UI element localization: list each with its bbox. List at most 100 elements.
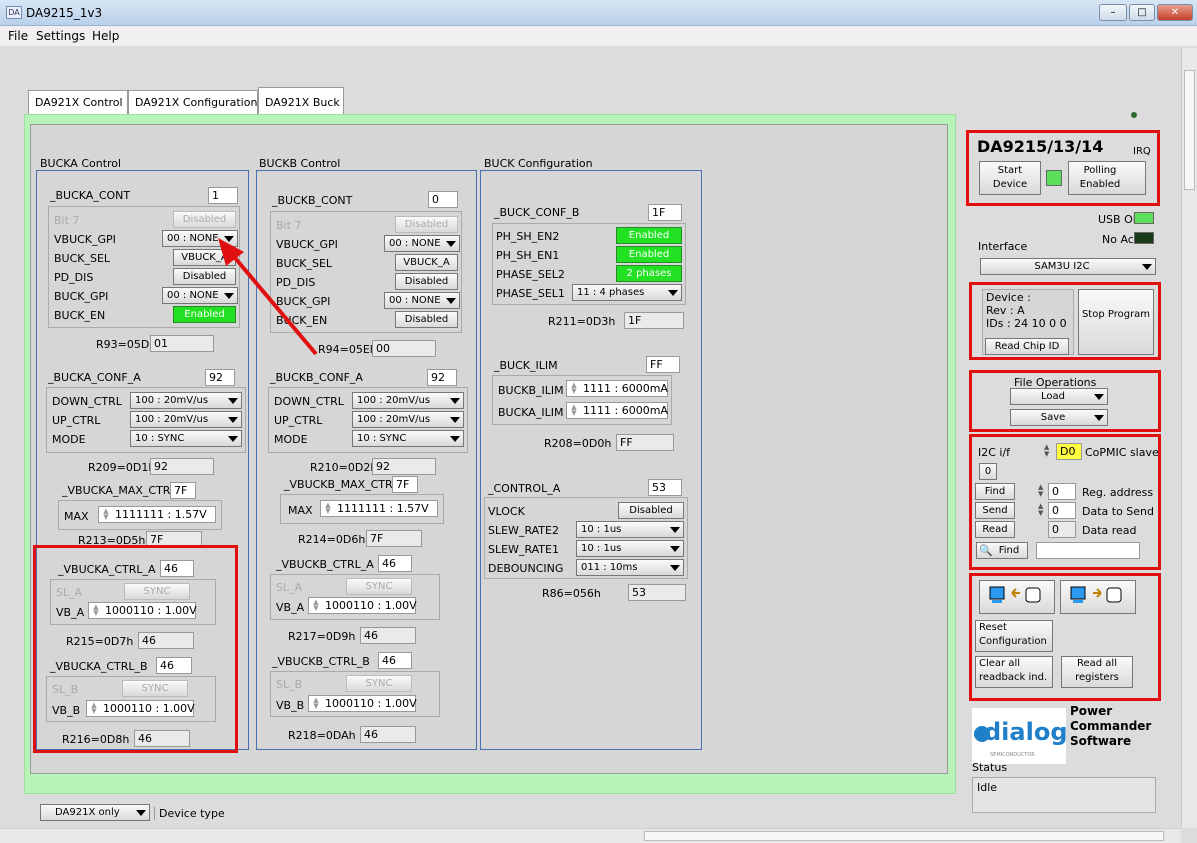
slave-spinner-icon[interactable]: ▲ ▼ [1044,444,1054,459]
save-select[interactable]: Save [1010,409,1108,426]
vertical-scrollbar[interactable] [1181,48,1197,828]
tab-control[interactable]: DA921X Control [28,90,128,114]
slew-rate1-select[interactable]: 10 : 1us [576,540,684,557]
read-chip-id-button[interactable]: Read Chip ID [985,338,1069,355]
maximize-button[interactable]: □ [1129,4,1155,21]
buckb-up-ctrl-select[interactable]: 100 : 20mV/us [352,411,464,428]
bucka-ilim-spinner[interactable]: ▲ ▼ 1111 : 6000mA [566,402,668,419]
vlock-button[interactable]: Disabled [618,502,684,519]
buckb-ilim-label: BUCKB_ILIM [498,384,564,397]
tab-buck[interactable]: DA921X Buck [258,87,344,115]
phase-sel2-button[interactable]: 2 phases [616,265,682,282]
buckb-max-value[interactable]: 7F [392,476,418,493]
find-search-button[interactable]: 🔍 Find [976,542,1028,559]
load-select[interactable]: Load [1010,388,1108,405]
menu-help[interactable]: Help [92,29,119,43]
debouncing-select[interactable]: 011 : 10ms [576,559,684,576]
buckb-ctrla-value[interactable]: 46 [378,555,412,572]
buckb-cont-value[interactable]: 0 [428,191,458,208]
reg-spinner-icon[interactable]: ▲ ▼ [1038,484,1046,499]
spinner-arrows-icon[interactable]: ▲ ▼ [322,502,334,515]
read-all-registers-button[interactable]: Read all registers [1061,656,1133,688]
buckb-pd-dis-button[interactable]: Disabled [395,273,458,290]
horizontal-scrollbar[interactable] [0,828,1181,843]
read-config-button[interactable] [1060,580,1136,614]
buck-conf-b-value[interactable]: 1F [648,204,682,221]
find-search-input[interactable] [1036,542,1140,559]
bucka-mode-select[interactable]: 10 : SYNC [130,430,242,447]
buckb-buck-sel-button[interactable]: VBUCK_A [395,254,458,271]
spinner-arrows-icon[interactable]: ▲ ▼ [568,404,580,417]
menu-settings[interactable]: Settings [36,29,85,43]
data-spinner-icon[interactable]: ▲ ▼ [1038,503,1046,518]
device-to-pc-icon [1070,586,1122,603]
buckb-slb-sync-button[interactable]: SYNC [346,675,412,692]
buckb-mode-label: MODE [274,433,308,446]
buck-ilim-name: _BUCK_ILIM [494,359,558,372]
spinner-arrows-icon[interactable]: ▲ ▼ [568,382,580,395]
data-read-label: Data read [1082,524,1137,537]
buckb-ctrlb-value[interactable]: 46 [378,652,412,669]
spinner-arrows-icon[interactable]: ▲ ▼ [310,599,322,612]
bucka-down-ctrl-select[interactable]: 100 : 20mV/us [130,392,242,409]
control-a-value[interactable]: 53 [648,479,682,496]
stop-program-button[interactable]: Stop Program [1078,289,1154,355]
bucka-conf-value[interactable]: 92 [205,369,235,386]
buck-ilim-reg: R208=0D0h [544,437,612,450]
i2c-zero-button[interactable]: 0 [979,463,997,480]
write-config-button[interactable] [979,580,1055,614]
buckb-ilim-spinner[interactable]: ▲ ▼ 1111 : 6000mA [566,380,668,397]
interface-select[interactable]: SAM3U I2C [980,258,1156,275]
bucka-cont-reg: R93=05Dh [96,338,157,351]
buckb-mode-select[interactable]: 10 : SYNC [352,430,464,447]
i2c-if-label: I2C i/f [978,446,1011,459]
reg-address-input[interactable]: 0 [1048,483,1076,500]
buckb-buck-en-button[interactable]: Disabled [395,311,458,328]
buckb-conf-value[interactable]: 92 [427,369,457,386]
slew-rate2-label: SLEW_RATE2 [488,524,559,537]
data-send-input[interactable]: 0 [1048,502,1076,519]
pc-to-device-icon [989,586,1041,603]
hscroll-thumb[interactable] [644,831,1164,841]
spinner-arrows-icon[interactable]: ▲ ▼ [100,508,112,521]
reset-configuration-button[interactable]: Reset Configuration [975,620,1053,652]
read-button[interactable]: Read [975,521,1015,538]
buckb-vba-spinner[interactable]: ▲ ▼ 1000110 : 1.00V [308,597,417,614]
slave-address-input[interactable]: D0 [1056,443,1082,460]
polling-toggle[interactable]: Polling Enabled [1068,161,1146,195]
buck-ilim-value[interactable]: FF [646,356,680,373]
buckb-ilim-spinner-value: 1111 : 6000mA [583,382,668,395]
tab-configuration[interactable]: DA921X Configuration [128,90,258,114]
bucka-max-spinner[interactable]: ▲ ▼ 1111111 : 1.57V [98,506,216,523]
bucka-bit7-button[interactable]: Disabled [173,211,236,228]
bucka-up-ctrl-select[interactable]: 100 : 20mV/us [130,411,242,428]
close-button[interactable]: ✕ [1157,4,1193,21]
buck-conf-b-name: _BUCK_CONF_B [494,206,580,219]
buckb-sla-sync-button[interactable]: SYNC [346,578,412,595]
send-button[interactable]: Send [975,502,1015,519]
buckb-bit7-button[interactable]: Disabled [395,216,458,233]
buckb-max-label: MAX [288,504,313,517]
menu-file[interactable]: File [8,29,28,43]
ph-sh-en2-button[interactable]: Enabled [616,227,682,244]
buckb-vbuck-gpi-select[interactable]: 00 : NONE [384,235,460,252]
minimize-button[interactable]: – [1099,4,1127,21]
spinner-arrows-icon[interactable]: ▲ ▼ [310,697,322,710]
buckb-buck-gpi-select[interactable]: 00 : NONE [384,292,460,309]
buckb-ctrla-regval: 46 [360,627,416,644]
clear-readback-button[interactable]: Clear all readback ind. [975,656,1053,688]
buckb-max-spinner[interactable]: ▲ ▼ 1111111 : 1.57V [320,500,438,517]
buckb-vbb-spinner[interactable]: ▲ ▼ 1000110 : 1.00V [308,695,417,712]
phase-sel1-select[interactable]: 11 : 4 phases [572,284,682,301]
bucka-max-value[interactable]: 7F [170,482,196,499]
bucka-cont-value[interactable]: 1 [208,187,238,204]
scroll-thumb[interactable] [1184,70,1195,190]
slew-rate2-select[interactable]: 10 : 1us [576,521,684,538]
start-device-button[interactable]: Start Device [979,161,1041,195]
device-type-select[interactable]: DA921X only [40,804,150,821]
highlight-frame [33,545,238,753]
buckb-down-ctrl-select[interactable]: 100 : 20mV/us [352,392,464,409]
annotation-arrow-icon [218,238,318,356]
find-button[interactable]: Find [975,483,1015,500]
ph-sh-en1-button[interactable]: Enabled [616,246,682,263]
